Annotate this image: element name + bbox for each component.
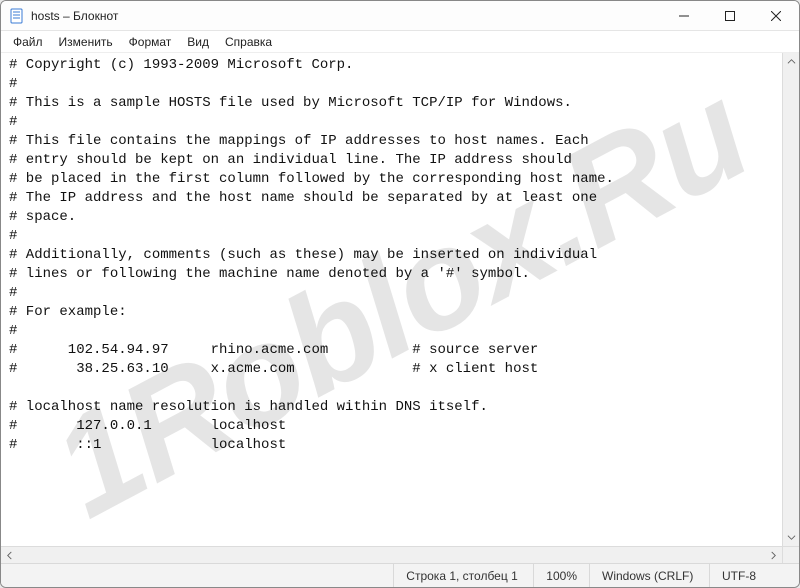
status-line-ending: Windows (CRLF) (589, 564, 709, 587)
status-position: Строка 1, столбец 1 (393, 564, 533, 587)
statusbar: Строка 1, столбец 1 100% Windows (CRLF) … (1, 563, 799, 587)
menubar: Файл Изменить Формат Вид Справка (1, 31, 799, 53)
window-title: hosts – Блокнот (31, 9, 118, 23)
menu-format[interactable]: Формат (121, 33, 180, 51)
status-empty (1, 564, 393, 587)
menu-file[interactable]: Файл (5, 33, 51, 51)
vertical-scroll-track[interactable] (783, 70, 799, 529)
menu-view[interactable]: Вид (179, 33, 217, 51)
menu-help[interactable]: Справка (217, 33, 280, 51)
notepad-window: hosts – Блокнот Файл Изменить Формат Вид… (0, 0, 800, 588)
scrollbar-corner (782, 547, 799, 563)
scroll-down-icon[interactable] (783, 529, 799, 546)
scroll-right-icon[interactable] (765, 547, 782, 563)
editor-area: # Copyright (c) 1993-2009 Microsoft Corp… (1, 53, 799, 546)
status-zoom: 100% (533, 564, 589, 587)
close-button[interactable] (753, 1, 799, 31)
scroll-up-icon[interactable] (783, 53, 799, 70)
vertical-scrollbar[interactable] (782, 53, 799, 546)
horizontal-scroll-track[interactable] (18, 547, 765, 563)
text-editor[interactable]: # Copyright (c) 1993-2009 Microsoft Corp… (1, 53, 782, 546)
status-encoding: UTF-8 (709, 564, 799, 587)
notepad-icon (9, 8, 25, 24)
horizontal-scrollbar[interactable] (1, 546, 799, 563)
scroll-left-icon[interactable] (1, 547, 18, 563)
minimize-button[interactable] (661, 1, 707, 31)
titlebar[interactable]: hosts – Блокнот (1, 1, 799, 31)
maximize-button[interactable] (707, 1, 753, 31)
menu-edit[interactable]: Изменить (51, 33, 121, 51)
